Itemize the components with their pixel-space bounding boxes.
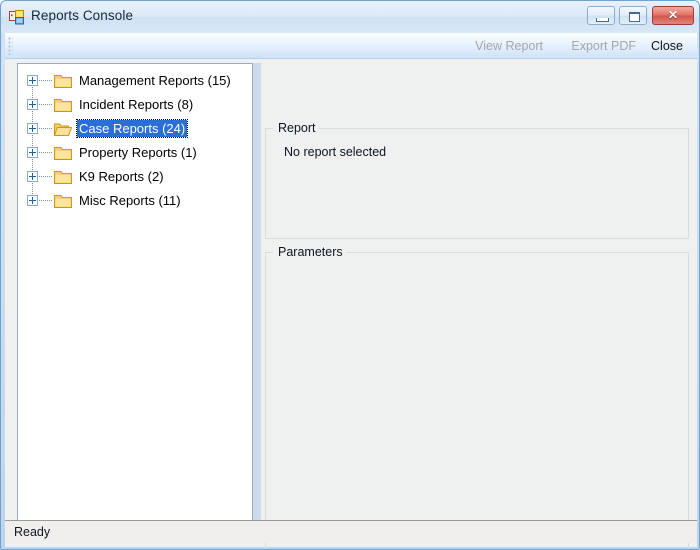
folder-open-icon xyxy=(53,121,73,136)
reports-tree-panel[interactable]: Management Reports (15) Incident Reports … xyxy=(17,63,253,521)
close-window-button[interactable]: ✕ xyxy=(652,6,694,25)
toolbar: View Report Export PDF Close xyxy=(5,33,697,59)
tree-connector-line xyxy=(39,200,53,201)
panel-splitter[interactable] xyxy=(253,63,261,521)
expand-toggle-icon[interactable] xyxy=(27,99,38,110)
tree-node-label: Property Reports (1) xyxy=(79,145,197,160)
folder-icon xyxy=(54,169,72,184)
parameters-groupbox: Parameters xyxy=(265,245,689,549)
export-pdf-button[interactable]: Export PDF xyxy=(571,37,636,55)
application-window-icon xyxy=(9,10,24,25)
window-title: Reports Console xyxy=(31,8,134,23)
tree-connector-line xyxy=(39,104,53,105)
tree-node[interactable]: K9 Reports (2) xyxy=(18,165,252,189)
tree-connector-line xyxy=(39,152,53,153)
maximize-icon xyxy=(629,12,640,22)
status-text: Ready xyxy=(14,525,51,539)
tree-node-label: Misc Reports (11) xyxy=(79,193,181,208)
tree-node-label: K9 Reports (2) xyxy=(79,169,164,184)
expand-toggle-icon[interactable] xyxy=(27,75,38,86)
view-report-button[interactable]: View Report xyxy=(475,37,543,55)
expand-toggle-icon[interactable] xyxy=(27,195,38,206)
close-button[interactable]: Close xyxy=(651,37,683,55)
tree-node-label: Incident Reports (8) xyxy=(79,97,194,112)
tree-node[interactable]: Misc Reports (11) xyxy=(18,189,252,213)
tree-node[interactable]: Property Reports (1) xyxy=(18,141,252,165)
title-bar[interactable]: Reports Console ✕ xyxy=(1,1,699,33)
maximize-button[interactable] xyxy=(619,6,647,25)
report-groupbox-title: Report xyxy=(275,121,319,136)
tree-connector-line xyxy=(39,80,53,81)
tree-connector-line xyxy=(39,176,53,177)
tree-node-label: Case Reports (24) xyxy=(75,119,189,138)
minimize-icon xyxy=(596,18,609,22)
tree-node[interactable]: Case Reports (24) xyxy=(18,117,252,141)
toolbar-grip-icon[interactable] xyxy=(8,37,13,55)
expand-toggle-icon[interactable] xyxy=(27,147,38,158)
application-window: Reports Console ✕ View Report Export PDF… xyxy=(0,0,700,550)
client-area: Management Reports (15) Incident Reports … xyxy=(5,59,697,549)
folder-icon xyxy=(54,73,72,88)
tree-node-label: Management Reports (15) xyxy=(79,73,231,88)
folder-icon xyxy=(54,97,72,112)
report-empty-message: No report selected xyxy=(284,145,387,159)
tree-node[interactable]: Incident Reports (8) xyxy=(18,93,252,117)
status-bar: Ready xyxy=(5,520,697,543)
tree-node[interactable]: Management Reports (15) xyxy=(18,69,252,93)
expand-toggle-icon[interactable] xyxy=(27,123,38,134)
folder-icon xyxy=(54,145,72,160)
expand-toggle-icon[interactable] xyxy=(27,171,38,182)
minimize-button[interactable] xyxy=(587,6,615,25)
close-icon: ✕ xyxy=(667,8,679,22)
tree-connector-line xyxy=(39,128,53,129)
reports-tree: Management Reports (15) Incident Reports … xyxy=(18,69,252,213)
report-groupbox: Report No report selected xyxy=(265,121,689,239)
parameters-groupbox-title: Parameters xyxy=(275,245,346,260)
folder-icon xyxy=(54,193,72,208)
